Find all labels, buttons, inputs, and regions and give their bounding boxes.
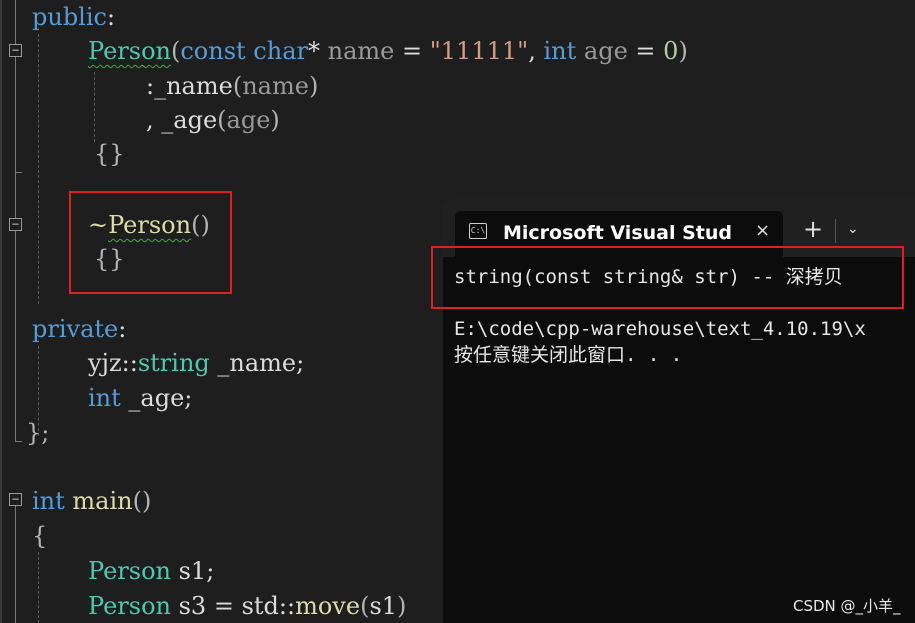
- namespace-std: std: [241, 592, 279, 620]
- keyword-char: char: [253, 37, 308, 65]
- member-name: _name: [154, 72, 233, 100]
- open-paren: (: [232, 72, 243, 100]
- code-line-public: public:: [32, 0, 115, 34]
- editor-left-border: [0, 0, 2, 623]
- destructor-highlight-box: [69, 191, 232, 294]
- type-person: Person: [88, 592, 171, 620]
- member-age: _age: [128, 384, 185, 412]
- terminal-output-line: E:\code\cpp-warehouse\text_4.10.19\x: [454, 318, 866, 340]
- type-person: Person: [88, 557, 171, 585]
- indent-guide: [38, 552, 39, 623]
- scope-operator: ::: [121, 349, 138, 377]
- open-paren: (: [170, 37, 181, 65]
- equals-sign: =: [213, 592, 234, 620]
- plus-icon[interactable]: +: [803, 215, 823, 243]
- code-line-class-end: };: [26, 419, 50, 447]
- parens: (): [132, 487, 152, 515]
- output-highlight-box: [431, 246, 904, 309]
- constructor-name: Person: [88, 37, 171, 65]
- member-age: _age: [161, 106, 218, 134]
- close-icon[interactable]: ×: [755, 219, 770, 243]
- equals-sign: =: [635, 37, 656, 65]
- chevron-down-icon[interactable]: ⌄: [847, 217, 859, 241]
- colon: :: [106, 3, 116, 31]
- function-main: main: [72, 487, 133, 515]
- collapse-icon[interactable]: −: [9, 218, 22, 231]
- fold-rail: [15, 57, 16, 218]
- keyword-const: const: [180, 37, 246, 65]
- keyword-private: private: [32, 315, 119, 343]
- code-line-init-age: , _age(age): [146, 103, 280, 137]
- close-paren: ): [678, 37, 688, 65]
- code-line-init-name: :_name(name): [146, 69, 318, 103]
- indent-guide: [94, 72, 95, 142]
- equals-sign: =: [402, 37, 423, 65]
- open-paren: (: [217, 106, 227, 134]
- keyword-public: public: [32, 3, 107, 31]
- variable-s1: s1: [369, 592, 398, 620]
- variable-s1: s1: [178, 557, 207, 585]
- fold-rail: [15, 506, 16, 623]
- code-line-member-name: yjz::string _name;: [88, 346, 304, 380]
- type-string: string: [137, 349, 210, 377]
- member-name: _name: [217, 349, 297, 377]
- init-arg: name: [242, 72, 309, 100]
- init-colon: :: [146, 72, 155, 100]
- close-paren: ): [397, 592, 407, 620]
- comma: ,: [528, 37, 536, 65]
- init-arg: age: [226, 106, 271, 134]
- semicolon: ;: [206, 557, 215, 585]
- fold-end: [15, 172, 22, 173]
- pointer-star: *: [307, 37, 320, 65]
- terminal-output-line: 按任意键关闭此窗口. . .: [454, 344, 683, 366]
- colon: :: [118, 315, 127, 343]
- code-line-ctor-body: {}: [94, 140, 125, 168]
- param-name: name: [327, 37, 395, 65]
- scope-operator: ::: [278, 592, 296, 620]
- fold-rail: [15, 231, 16, 441]
- watermark: CSDN @_小羊_: [793, 597, 901, 615]
- indent-guide: [38, 34, 39, 304]
- close-paren: ): [270, 106, 280, 134]
- code-line-private: private:: [32, 312, 126, 346]
- code-line-s1: Person s1;: [88, 554, 214, 588]
- param-age: age: [583, 37, 628, 65]
- tab-title: Microsoft Visual Studio: [503, 222, 733, 244]
- command-prompt-icon: C:\: [469, 223, 487, 239]
- fold-end: [15, 441, 22, 442]
- code-line-member-age: int _age;: [88, 381, 192, 415]
- default-string: "11111": [429, 37, 529, 65]
- code-line-main-open: {: [32, 522, 48, 550]
- init-comma: ,: [146, 106, 154, 134]
- keyword-int: int: [32, 487, 65, 515]
- code-line-s3: Person s3 = std::move(s1): [88, 589, 406, 623]
- code-line-constructor: Person(const char* name = "11111", int a…: [88, 34, 688, 68]
- function-move: move: [295, 592, 361, 620]
- keyword-int: int: [88, 384, 121, 412]
- tab-divider: [835, 219, 836, 243]
- namespace-yjz: yjz: [88, 349, 122, 377]
- semicolon: ;: [296, 349, 305, 377]
- semicolon: ;: [184, 384, 193, 412]
- collapse-icon[interactable]: −: [9, 44, 22, 57]
- keyword-int: int: [543, 37, 577, 65]
- fold-rail: [15, 0, 16, 44]
- default-number: 0: [663, 37, 679, 65]
- close-paren: ): [308, 72, 319, 100]
- variable-s3: s3: [178, 592, 207, 620]
- collapse-icon[interactable]: −: [9, 493, 22, 506]
- code-line-main: int main(): [32, 484, 151, 518]
